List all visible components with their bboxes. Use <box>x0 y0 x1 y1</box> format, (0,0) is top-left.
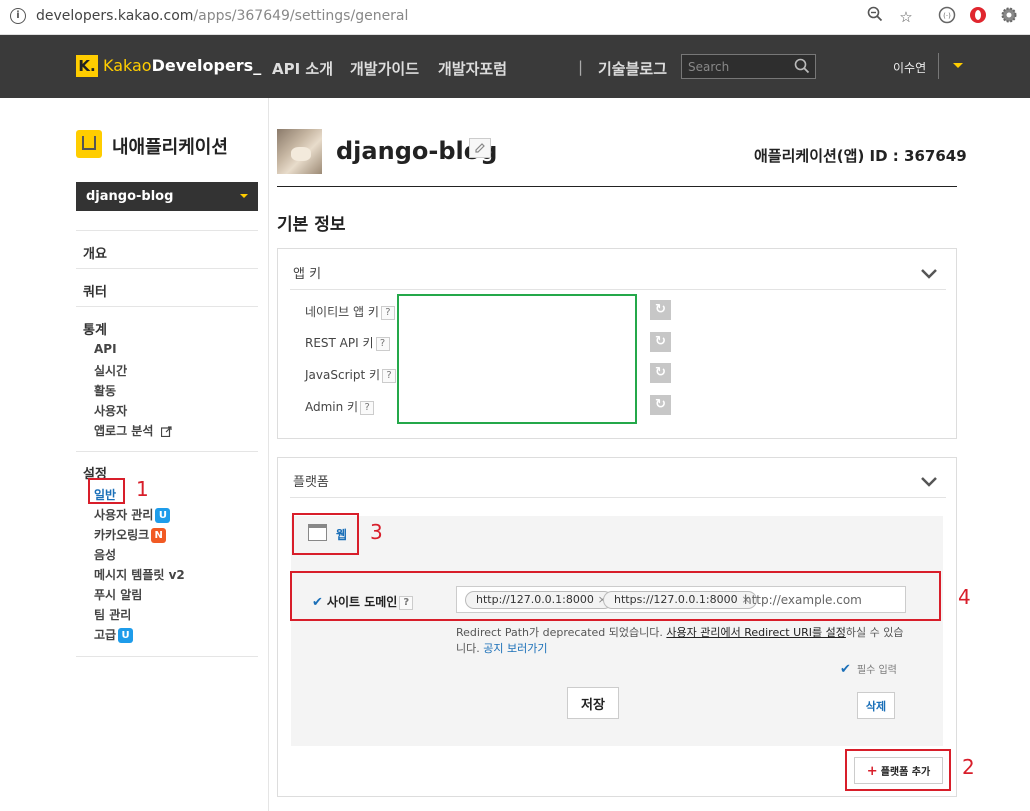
svg-text:(·): (·) <box>943 12 951 20</box>
sidebar-item-overview[interactable]: 개요 <box>83 243 107 262</box>
sidebar-group-stats: 통계 <box>83 323 107 338</box>
nav-api-intro[interactable]: API 소개 <box>272 58 333 79</box>
site-header: K. KakaoDevelopers_ API 소개 개발가이드 개발자포럼 |… <box>0 35 1030 98</box>
sidebar-item-activity[interactable]: 활동 <box>94 382 116 399</box>
help-icon[interactable]: ? <box>360 400 375 415</box>
sidebar-divider <box>268 98 269 811</box>
redirect-uri-link[interactable]: 사용자 관리에서 Redirect URI를 설정 <box>666 626 846 639</box>
masked-keys-box <box>397 294 637 424</box>
site-info-icon[interactable]: i <box>10 8 26 24</box>
rest-api-key-label: REST API 키? <box>305 334 390 351</box>
update-badge: U <box>118 628 134 643</box>
opera-extension-icon[interactable] <box>967 6 989 28</box>
annotation-number-3: 3 <box>370 520 383 544</box>
zoom-icon[interactable] <box>864 6 886 28</box>
settings-gear-icon[interactable] <box>998 6 1020 28</box>
bookmark-star-icon[interactable]: ☆ <box>895 6 917 28</box>
annotation-number-4: 4 <box>958 585 971 609</box>
update-badge: U <box>155 508 171 523</box>
app-keys-title: 앱 키 <box>293 267 322 282</box>
sidebar-item-user-management[interactable]: 사용자 관리 U <box>94 506 171 523</box>
notice-link[interactable]: 공지 보러가기 <box>483 642 547 655</box>
annotation-box-1 <box>88 478 125 504</box>
javascript-key-label: JavaScript 키? <box>305 366 397 383</box>
chevron-down-icon[interactable] <box>921 472 937 487</box>
platform-title: 플랫폼 <box>293 475 329 490</box>
divider <box>290 497 946 498</box>
plus-icon: + <box>866 763 878 779</box>
divider <box>76 656 258 657</box>
my-apps-icon <box>76 130 102 158</box>
divider <box>76 268 258 269</box>
url-text[interactable]: developers.kakao.com/apps/367649/setting… <box>36 8 408 24</box>
help-icon[interactable]: ? <box>375 336 390 351</box>
sidebar-item-applog[interactable]: 앱로그 분석 <box>94 422 172 439</box>
kakao-developers-logo[interactable]: KakaoDevelopers_ <box>103 56 261 75</box>
checkmark-icon: ✔ <box>840 662 851 677</box>
extension-icon[interactable]: (·) <box>936 6 958 28</box>
annotation-box-3 <box>292 513 359 555</box>
sidebar-item-stats-api[interactable]: API <box>94 342 117 356</box>
save-button[interactable]: 저장 <box>567 687 619 719</box>
sidebar-item-voice[interactable]: 음성 <box>94 546 116 563</box>
sidebar-item-quota[interactable]: 쿼터 <box>83 281 107 300</box>
external-link-icon <box>160 426 172 438</box>
chevron-down-icon[interactable] <box>921 264 937 279</box>
refresh-icon[interactable]: ↻ <box>650 300 671 320</box>
divider <box>76 451 258 452</box>
new-badge: N <box>151 528 167 543</box>
chevron-down-icon <box>240 194 248 198</box>
redirect-notice: Redirect Path가 deprecated 되었습니다. 사용자 관리에… <box>456 626 904 655</box>
native-app-key-label: 네이티브 앱 키? <box>305 303 395 320</box>
add-platform-button[interactable]: + 플랫폼 추가 <box>854 757 943 784</box>
admin-key-label: Admin 키? <box>305 398 375 415</box>
browser-address-bar: i developers.kakao.com/apps/367649/setti… <box>0 0 1030 35</box>
search-icon[interactable] <box>794 58 810 74</box>
required-note: ✔ 필수 입력 <box>840 662 897 677</box>
divider <box>76 306 258 307</box>
refresh-icon[interactable]: ↻ <box>650 395 671 415</box>
help-icon[interactable]: ? <box>382 368 397 383</box>
sidebar-item-message-template[interactable]: 메시지 템플릿 v2 <box>94 566 185 583</box>
nav-dev-forum[interactable]: 개발자포럼 <box>438 58 507 79</box>
divider <box>290 289 946 290</box>
nav-tech-blog[interactable]: 기술블로그 <box>598 58 667 79</box>
sidebar-title: 내애플리케이션 <box>112 137 228 158</box>
edit-pencil-icon[interactable] <box>469 138 491 158</box>
annotation-number-2: 2 <box>962 755 975 779</box>
divider <box>76 230 258 231</box>
search-box <box>681 54 816 79</box>
kakao-logo-icon[interactable]: K. <box>76 55 98 77</box>
sidebar-item-advanced[interactable]: 고급 U <box>94 626 134 643</box>
app-thumbnail[interactable] <box>277 129 322 174</box>
sidebar-item-push[interactable]: 푸시 알림 <box>94 586 142 603</box>
annotation-box-4 <box>290 571 941 621</box>
nav-separator: | <box>578 58 584 76</box>
nav-dev-guide[interactable]: 개발가이드 <box>350 58 419 79</box>
section-title: 기본 정보 <box>277 215 346 235</box>
sidebar-item-users-stats[interactable]: 사용자 <box>94 402 127 419</box>
user-divider <box>938 53 939 79</box>
sidebar-item-kakaolink[interactable]: 카카오링크 N <box>94 526 167 543</box>
help-icon[interactable]: ? <box>380 305 395 320</box>
app-select-dropdown[interactable]: django-blog <box>76 182 258 211</box>
user-name[interactable]: 이수연 <box>893 59 926 76</box>
sidebar-item-realtime[interactable]: 실시간 <box>94 362 127 379</box>
annotation-number-1: 1 <box>136 477 149 501</box>
search-input[interactable] <box>688 58 788 76</box>
header-divider <box>277 186 957 187</box>
user-menu-caret-icon[interactable] <box>953 63 963 68</box>
delete-button[interactable]: 삭제 <box>857 692 895 719</box>
sidebar-item-team[interactable]: 팀 관리 <box>94 606 131 623</box>
sidebar: 내애플리케이션 django-blog 개요 쿼터 통계 API 실시간 활동 … <box>76 98 268 811</box>
refresh-icon[interactable]: ↻ <box>650 332 671 352</box>
app-id: 애플리케이션(앱) ID : 367649 <box>754 147 967 165</box>
refresh-icon[interactable]: ↻ <box>650 363 671 383</box>
